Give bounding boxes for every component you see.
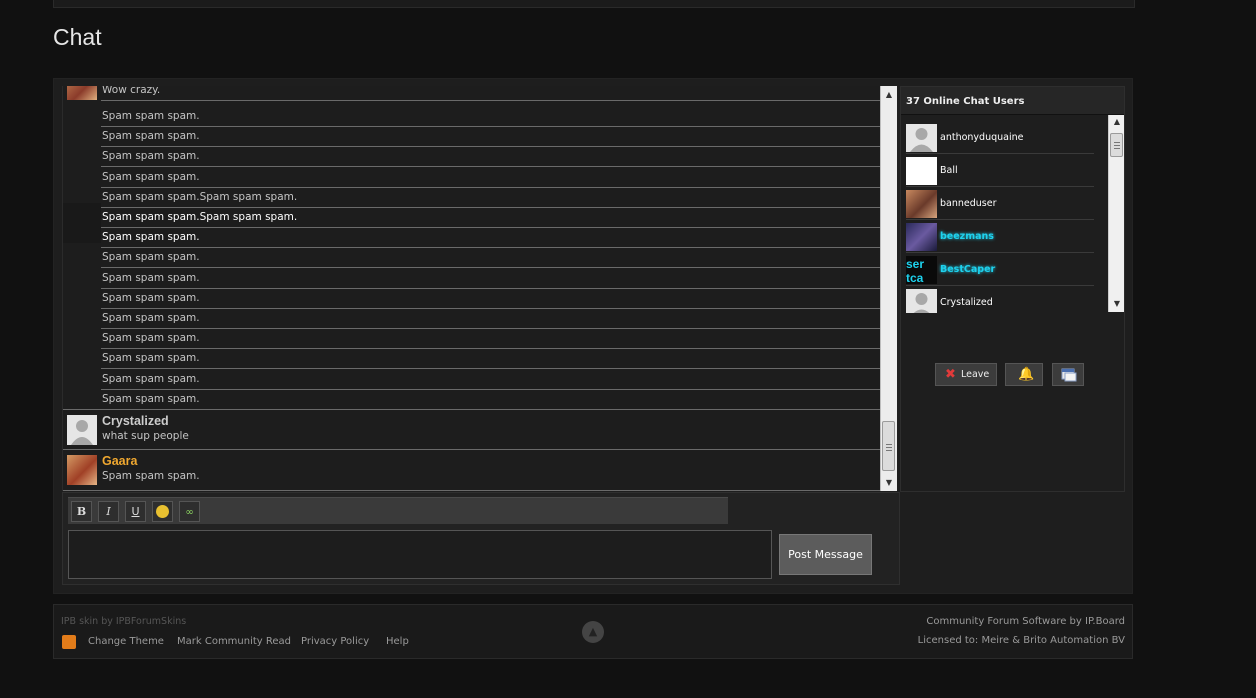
default-avatar-icon <box>67 415 97 445</box>
message-input[interactable] <box>68 530 772 579</box>
online-users-panel: 37 Online Chat Users anthonyduquaine Bal… <box>900 86 1125 492</box>
chat-messages: Wow crazy. Spam spam spam. Spam spam spam… <box>62 86 881 491</box>
rss-icon[interactable] <box>62 635 76 649</box>
leave-button[interactable]: ✖ Leave <box>935 363 997 386</box>
user-row[interactable]: anthonyduquaine <box>906 121 1094 154</box>
leave-label: Leave <box>961 369 990 380</box>
scrollbar-thumb[interactable] <box>1110 133 1123 157</box>
message-line: Spam spam spam. <box>101 370 881 390</box>
privacy-policy-link[interactable]: Privacy Policy <box>301 636 369 647</box>
bell-icon: 🔔 <box>1018 367 1035 382</box>
scrollbar-thumb[interactable] <box>882 421 895 471</box>
message-line: Spam spam spam. <box>101 309 881 329</box>
message-line: Spam spam spam. <box>101 289 881 309</box>
message-line: Wow crazy. <box>101 86 881 101</box>
messages-scrollbar[interactable]: ▲ ▼ <box>880 86 897 491</box>
message-highlight <box>63 203 101 243</box>
user-row[interactable]: Crystalized <box>906 286 1094 313</box>
popout-button[interactable] <box>1052 363 1084 386</box>
message-line: Spam spam spam. <box>101 269 881 289</box>
user-row[interactable]: ser tca BestCaper <box>906 253 1094 286</box>
link-icon: ∞ <box>185 507 194 518</box>
user-name[interactable]: Ball <box>940 165 958 176</box>
message-author[interactable]: Gaara <box>102 454 137 468</box>
gaara-avatar-icon <box>67 455 97 485</box>
user-name[interactable]: anthonyduquaine <box>940 132 1023 143</box>
svg-text:ser: ser <box>906 257 924 271</box>
change-theme-link[interactable]: Change Theme <box>88 636 164 647</box>
help-link[interactable]: Help <box>386 636 409 647</box>
message-line: Spam spam spam. <box>101 147 881 167</box>
gaara-avatar-icon <box>67 86 97 100</box>
italic-button[interactable]: I <box>98 501 119 522</box>
scroll-down-icon[interactable]: ▼ <box>1109 297 1125 311</box>
users-scrollbar[interactable]: ▲ ▼ <box>1108 115 1124 312</box>
message-line: Spam spam spam.Spam spam spam. <box>101 188 881 208</box>
user-name[interactable]: BestCaper <box>940 264 995 275</box>
online-users-header: 37 Online Chat Users <box>901 87 1124 115</box>
message-author[interactable]: Crystalized <box>102 414 169 428</box>
user-row[interactable]: Ball <box>906 154 1094 187</box>
user-row[interactable]: beezmans <box>906 220 1094 253</box>
message-line: Spam spam spam. <box>101 127 881 147</box>
user-name[interactable]: banneduser <box>940 198 997 209</box>
message-line: Spam spam spam. <box>101 390 881 410</box>
message-line: Spam spam spam. <box>101 329 881 349</box>
format-toolbar: B I U ∞ <box>68 497 728 524</box>
bold-button[interactable]: B <box>71 501 92 522</box>
user-name[interactable]: Crystalized <box>940 297 993 308</box>
message-line: Spam spam spam. <box>101 248 881 268</box>
scroll-up-icon[interactable]: ▲ <box>1109 115 1125 129</box>
skin-credit[interactable]: IPB skin by IPBForumSkins <box>61 616 186 627</box>
user-row[interactable]: banneduser <box>906 187 1094 220</box>
message-line: Spam spam spam.Spam spam spam. <box>101 208 881 228</box>
window-icon <box>1061 368 1077 382</box>
link-button[interactable]: ∞ <box>179 501 200 522</box>
message-line: Spam spam spam. <box>101 168 881 188</box>
message-line: Spam spam spam. <box>101 228 881 248</box>
software-credit[interactable]: Community Forum Software by IP.Board <box>926 616 1125 627</box>
user-name[interactable]: beezmans <box>940 231 994 242</box>
mark-read-link[interactable]: Mark Community Read <box>177 636 291 647</box>
svg-text:tca: tca <box>906 271 924 284</box>
footer: IPB skin by IPBForumSkins Change Theme M… <box>53 604 1133 659</box>
photo-avatar-icon <box>906 190 937 218</box>
online-users-list: anthonyduquaine Ball banneduser beezmans… <box>903 119 1108 313</box>
message-text: Spam spam spam. <box>102 470 200 482</box>
cyan-text-avatar-icon: ser tca <box>906 256 937 284</box>
purple-avatar-icon <box>906 223 937 251</box>
post-message-button[interactable]: Post Message <box>779 534 872 575</box>
emoticon-button[interactable] <box>152 501 173 522</box>
message-text: what sup people <box>102 430 189 442</box>
back-to-top-icon[interactable]: ▲ <box>582 621 604 643</box>
underline-button[interactable]: U <box>125 501 146 522</box>
white-avatar-icon <box>906 157 937 185</box>
message-block: Gaara Spam spam spam. <box>63 450 881 491</box>
scroll-down-icon[interactable]: ▼ <box>881 476 897 490</box>
page-title: Chat <box>53 24 102 50</box>
close-icon: ✖ <box>945 367 956 382</box>
sound-button[interactable]: 🔔 <box>1005 363 1043 386</box>
message-line: Spam spam spam. <box>101 349 881 369</box>
default-avatar-icon <box>906 124 937 152</box>
message-block: Crystalized what sup people <box>63 409 881 450</box>
smiley-icon <box>156 505 169 518</box>
message-line: Spam spam spam. <box>101 107 881 127</box>
default-avatar-icon <box>906 289 937 313</box>
scroll-up-icon[interactable]: ▲ <box>881 88 897 102</box>
top-bar <box>53 0 1135 8</box>
license-text: Licensed to: Meire & Brito Automation BV <box>917 635 1125 646</box>
